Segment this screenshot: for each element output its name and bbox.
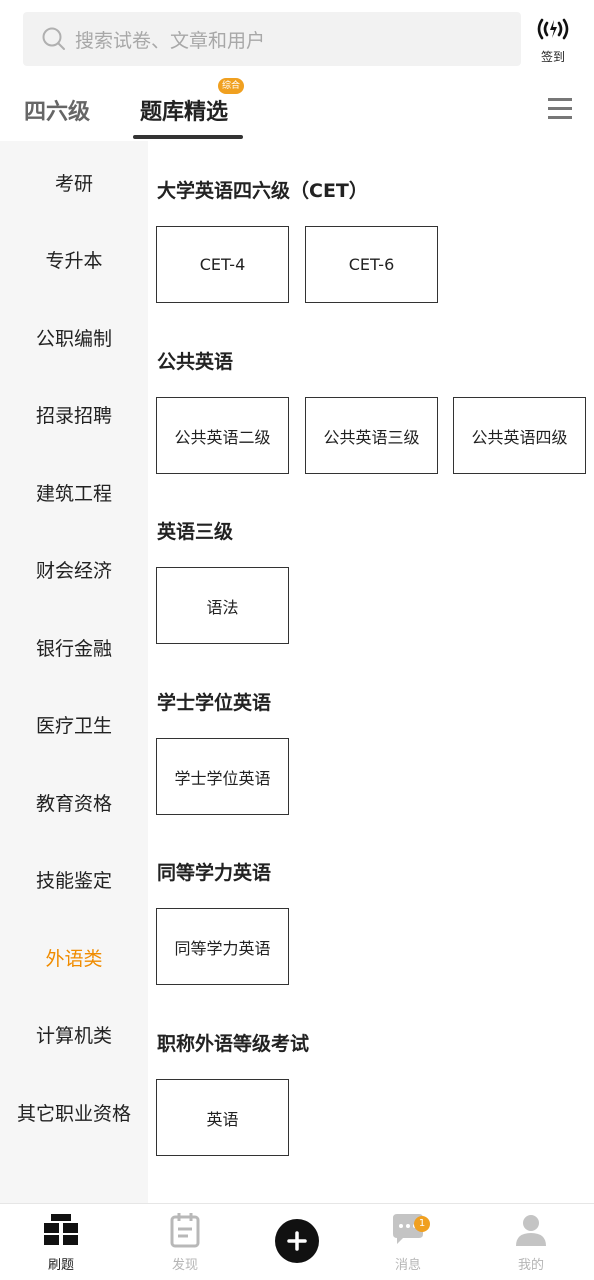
category-sidebar: 考研 专升本 公职编制 招录招聘 建筑工程 财会经济 银行金融 医疗卫生 教育资… [0, 141, 148, 1203]
calendar-icon [170, 1213, 200, 1248]
exam-tile[interactable]: CET-6 [305, 226, 438, 303]
section-title: 职称外语等级考试 [157, 1033, 310, 1055]
nav-item-discover[interactable]: 发现 [145, 1212, 225, 1273]
nav-label: 发现 [171, 1258, 198, 1273]
exam-tile[interactable]: 公共英语四级 [453, 397, 586, 474]
tab-question-bank[interactable]: 题库精选 [140, 94, 228, 126]
sidebar-item-banking[interactable]: 银行金融 [0, 634, 148, 661]
nav-label: 消息 [394, 1258, 421, 1273]
exam-tile[interactable]: 公共英语二级 [156, 397, 289, 474]
search-input[interactable]: 搜索试卷、文章和用户 [23, 12, 521, 66]
section-title: 公共英语 [157, 351, 234, 373]
nav-item-messages[interactable]: 1 消息 [368, 1212, 448, 1273]
section-title: 学士学位英语 [157, 692, 272, 714]
tab-cet[interactable]: 四六级 [24, 94, 90, 126]
tab-badge: 综合 [218, 78, 245, 94]
section-title: 大学英语四六级（CET） [157, 180, 368, 202]
nav-item-profile[interactable]: 我的 [491, 1212, 571, 1273]
signin-label: 签到 [540, 50, 565, 64]
sidebar-item-accounting[interactable]: 财会经济 [0, 556, 148, 583]
nav-label: 刷题 [47, 1258, 74, 1273]
sidebar-item-skills[interactable]: 技能鉴定 [0, 866, 148, 893]
sidebar-item-medical[interactable]: 医疗卫生 [0, 711, 148, 738]
signin-button[interactable]: 签到 [528, 14, 578, 66]
exam-tile[interactable]: CET-4 [156, 226, 289, 303]
section-title: 英语三级 [157, 521, 234, 543]
sidebar-item-civil-service[interactable]: 公职编制 [0, 324, 148, 351]
sidebar-item-recruitment[interactable]: 招录招聘 [0, 401, 148, 428]
signal-icon [537, 18, 569, 40]
nav-label: 我的 [517, 1258, 544, 1273]
menu-icon[interactable] [548, 97, 572, 121]
exam-list: 大学英语四六级（CET） CET-4 CET-6 公共英语 公共英语二级 公共英… [148, 141, 594, 1203]
plus-icon [287, 1231, 307, 1251]
search-icon [42, 27, 65, 50]
add-button[interactable] [275, 1219, 319, 1263]
bottom-nav: 刷题 发现 1 消息 我的 [0, 1203, 594, 1280]
exam-tile[interactable]: 公共英语三级 [305, 397, 438, 474]
section-title: 同等学力英语 [157, 862, 272, 884]
sidebar-item-construction[interactable]: 建筑工程 [0, 479, 148, 506]
exam-tile[interactable]: 学士学位英语 [156, 738, 289, 815]
message-badge: 1 [414, 1216, 430, 1232]
user-icon [516, 1215, 546, 1246]
active-tab-indicator [133, 135, 243, 139]
exam-tile[interactable]: 英语 [156, 1079, 289, 1156]
sidebar-item-kaoyan[interactable]: 考研 [0, 169, 148, 196]
sidebar-item-other[interactable]: 其它职业资格 [0, 1099, 148, 1126]
exam-tile[interactable]: 同等学力英语 [156, 908, 289, 985]
nav-item-practice[interactable]: 刷题 [21, 1212, 101, 1273]
question-bank-icon [44, 1214, 78, 1247]
search-placeholder: 搜索试卷、文章和用户 [75, 29, 266, 52]
sidebar-item-zhuanshengben[interactable]: 专升本 [0, 246, 148, 273]
sidebar-item-computer[interactable]: 计算机类 [0, 1021, 148, 1048]
sidebar-item-foreign-language[interactable]: 外语类 [0, 944, 148, 971]
exam-tile[interactable]: 语法 [156, 567, 289, 644]
sidebar-item-education[interactable]: 教育资格 [0, 789, 148, 816]
